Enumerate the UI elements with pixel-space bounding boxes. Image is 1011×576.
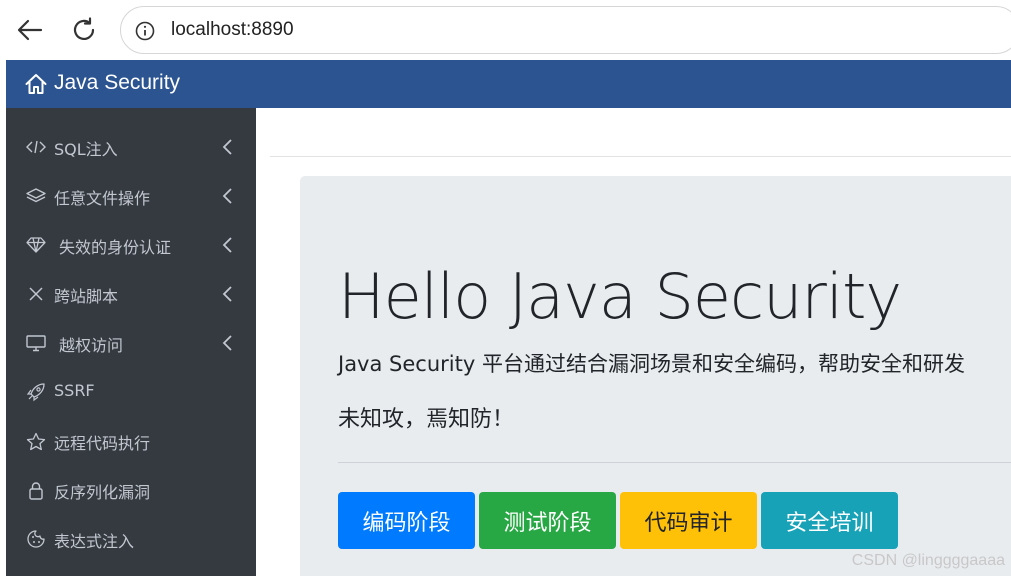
- sidebar-item-sql-injection[interactable]: SQL注入: [6, 123, 256, 172]
- sidebar-item-label: 远程代码执行: [54, 434, 151, 453]
- coding-phase-button[interactable]: 编码阶段: [338, 492, 475, 549]
- monitor-icon: [26, 333, 46, 353]
- sidebar-item-label: 任意文件操作: [54, 189, 151, 208]
- sidebar-item-expression-injection[interactable]: 表达式注入: [6, 515, 256, 564]
- sidebar-item-access-control[interactable]: 越权访问: [6, 319, 256, 368]
- sidebar-item-file-operation[interactable]: 任意文件操作: [6, 172, 256, 221]
- jumbotron: Hello Java Security Java Security 平台通过结合…: [300, 176, 1011, 576]
- chevron-left-icon: [222, 335, 232, 351]
- home-icon[interactable]: [24, 72, 48, 96]
- sidebar-item-label: SQL注入: [54, 140, 118, 159]
- reload-button[interactable]: [66, 12, 102, 48]
- browser-toolbar: localhost:8890: [0, 0, 1011, 60]
- sidebar-item-rce[interactable]: 远程代码执行: [6, 417, 256, 466]
- sidebar: SQL注入 任意文件操作 失效的身份认证 跨站脚本 越权访问 SSRF 远程代码…: [6, 108, 256, 576]
- gem-icon: [26, 235, 46, 255]
- info-icon[interactable]: [135, 21, 155, 41]
- security-training-button[interactable]: 安全培训: [761, 492, 898, 549]
- testing-phase-button[interactable]: 测试阶段: [479, 492, 616, 549]
- rocket-icon: [26, 382, 46, 402]
- x-icon: [26, 284, 46, 304]
- sidebar-item-ssrf[interactable]: SSRF: [6, 368, 256, 417]
- sidebar-item-broken-auth[interactable]: 失效的身份认证: [6, 221, 256, 270]
- chevron-left-icon: [222, 139, 232, 155]
- url-text[interactable]: localhost:8890: [171, 19, 294, 41]
- sidebar-item-label: 失效的身份认证: [59, 238, 172, 257]
- star-icon: [26, 431, 46, 451]
- address-bar[interactable]: localhost:8890: [120, 6, 1011, 54]
- sidebar-item-label: 反序列化漏洞: [54, 483, 151, 502]
- sidebar-item-label: SSRF: [54, 381, 95, 400]
- cookie-icon: [26, 529, 46, 549]
- lead-text: Java Security 平台通过结合漏洞场景和安全编码，帮助安全和研发: [338, 352, 965, 376]
- watermark: CSDN @linggggaaaa: [851, 552, 1005, 569]
- arrow-left-icon: [17, 19, 43, 41]
- reload-icon: [73, 17, 95, 41]
- sidebar-item-label: 跨站脚本: [54, 287, 119, 306]
- sidebar-item-xss[interactable]: 跨站脚本: [6, 270, 256, 319]
- main-content: Hello Java Security Java Security 平台通过结合…: [256, 108, 1011, 576]
- motto-text: 未知攻，焉知防！: [338, 407, 515, 432]
- chevron-left-icon: [222, 188, 232, 204]
- chevron-left-icon: [222, 286, 232, 302]
- chevron-left-icon: [222, 237, 232, 253]
- sidebar-item-deserialization[interactable]: 反序列化漏洞: [6, 466, 256, 515]
- back-button[interactable]: [12, 12, 48, 48]
- lock-icon: [26, 480, 46, 500]
- layers-icon: [26, 186, 46, 206]
- content-header-divider: [270, 156, 1011, 157]
- sidebar-item-label: 表达式注入: [54, 532, 135, 551]
- page-title: Hello Java Security: [338, 260, 902, 333]
- brand-title[interactable]: Java Security: [54, 71, 180, 95]
- code-audit-button[interactable]: 代码审计: [620, 492, 757, 549]
- app-header: Java Security: [6, 60, 1011, 108]
- sidebar-item-label: 越权访问: [59, 336, 124, 355]
- divider: [338, 462, 1011, 463]
- code-icon: [26, 137, 46, 157]
